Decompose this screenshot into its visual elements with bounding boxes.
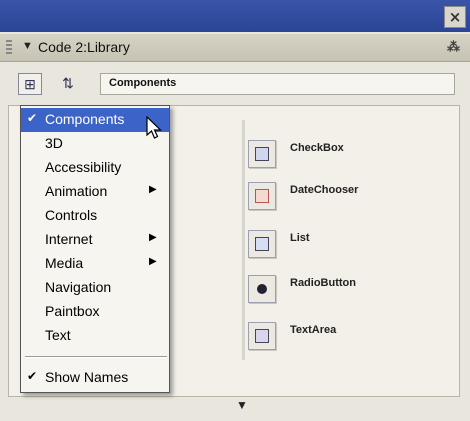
component-label: CheckBox — [290, 142, 344, 154]
library-toolbar: ⊞ ⇅ Components — [0, 63, 470, 101]
menu-separator — [25, 356, 167, 358]
textarea-icon — [248, 322, 276, 350]
menu-item-navigation[interactable]: Navigation — [21, 276, 169, 300]
list-divider — [242, 120, 245, 360]
mouse-pointer-icon — [146, 116, 162, 139]
menu-item-text[interactable]: Text — [21, 324, 169, 348]
submenu-arrow-icon: ▶ — [149, 232, 157, 243]
menu-item-show-names[interactable]: ✔ Show Names — [21, 366, 169, 390]
component-label: TextArea — [290, 324, 337, 336]
panel-options-icon[interactable]: ⁂ — [447, 39, 460, 55]
sort-icon[interactable]: ⇅ — [56, 73, 80, 95]
scroll-down-arrow-icon[interactable]: ▼ — [236, 398, 248, 412]
close-icon[interactable]: × — [444, 6, 466, 28]
window-titlebar: × — [0, 0, 470, 32]
menu-item-media[interactable]: Media ▶ — [21, 252, 169, 276]
triangle-down-icon[interactable]: ▼ — [22, 40, 33, 52]
panel-grip-icon[interactable] — [6, 40, 12, 56]
datechooser-icon — [248, 182, 276, 210]
menu-item-animation[interactable]: Animation ▶ — [21, 180, 169, 204]
radiobutton-icon — [248, 275, 276, 303]
menu-item-controls[interactable]: Controls — [21, 204, 169, 228]
panel-header[interactable]: ▼ Code 2:Library ⁂ — [0, 34, 470, 62]
panel-title: Code 2:Library — [38, 39, 130, 55]
checkmark-icon: ✔ — [27, 111, 38, 125]
submenu-arrow-icon: ▶ — [149, 256, 157, 267]
component-label: RadioButton — [290, 277, 356, 289]
component-label: DateChooser — [290, 184, 359, 196]
component-label: List — [290, 232, 310, 244]
menu-item-accessibility[interactable]: Accessibility — [21, 156, 169, 180]
checkmark-icon: ✔ — [27, 369, 38, 383]
checkbox-icon — [248, 140, 276, 168]
library-name-field[interactable]: Components — [100, 73, 455, 95]
menu-item-paintbox[interactable]: Paintbox — [21, 300, 169, 324]
library-dropdown-menu: ✔ Components 3D Accessibility Animation … — [20, 105, 170, 393]
list-icon — [248, 230, 276, 258]
menu-item-internet[interactable]: Internet ▶ — [21, 228, 169, 252]
library-menu-icon[interactable]: ⊞ — [18, 73, 42, 95]
submenu-arrow-icon: ▶ — [149, 184, 157, 195]
